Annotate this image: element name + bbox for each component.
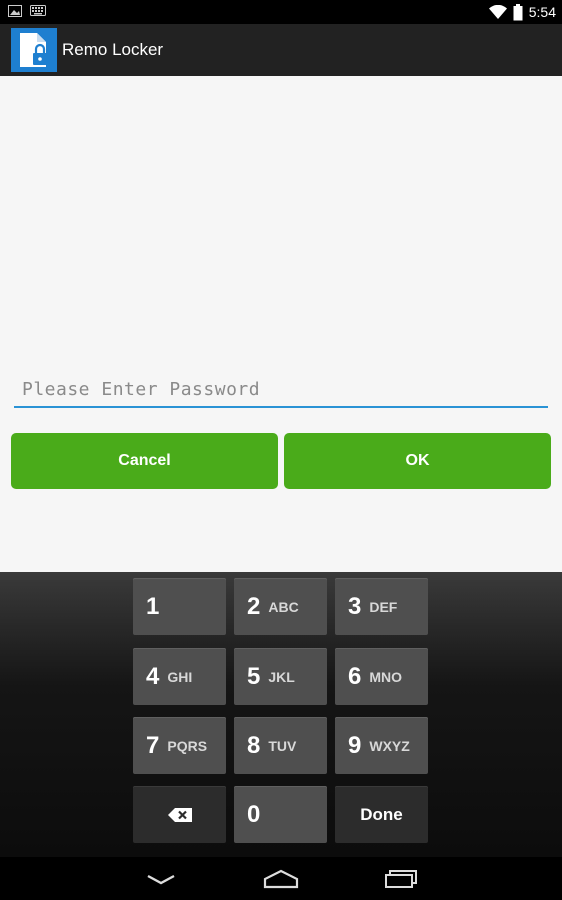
status-bar: 5:54 <box>0 0 562 24</box>
backspace-key[interactable] <box>133 786 226 843</box>
key-2[interactable]: 2 ABC <box>234 578 327 635</box>
key-digit: 1 <box>146 592 160 620</box>
key-digit: 2 <box>247 592 261 620</box>
back-icon <box>147 874 175 885</box>
lock-screen-content: Cancel OK <box>0 76 562 572</box>
key-digit: 5 <box>247 662 261 690</box>
password-input[interactable] <box>14 372 548 408</box>
key-8[interactable]: 8 TUV <box>234 717 327 774</box>
key-5[interactable]: 5 JKL <box>234 648 327 705</box>
key-4[interactable]: 4 GHI <box>133 648 226 705</box>
image-notification-icon <box>8 5 22 17</box>
cancel-button[interactable]: Cancel <box>11 433 278 489</box>
key-letters: MNO <box>369 668 403 685</box>
key-letters: ABC <box>268 598 299 615</box>
backspace-icon <box>167 807 192 822</box>
key-7[interactable]: 7 PQRS <box>133 717 226 774</box>
key-digit: 4 <box>146 662 160 690</box>
key-letters: GHI <box>167 668 193 685</box>
home-button[interactable] <box>251 865 311 893</box>
key-letters: WXYZ <box>369 737 410 754</box>
ok-button[interactable]: OK <box>284 433 551 489</box>
numeric-keypad: 1 2 ABC 3 DEF 4 GHI 5 JKL 6 MNO 7 PQRS 8… <box>0 572 562 857</box>
home-icon <box>263 869 299 889</box>
key-9[interactable]: 9 WXYZ <box>335 717 428 774</box>
key-1[interactable]: 1 <box>133 578 226 635</box>
key-digit: 8 <box>247 731 261 759</box>
key-letters: JKL <box>268 668 295 685</box>
done-key[interactable]: Done <box>335 786 428 843</box>
key-letters: TUV <box>268 737 297 754</box>
keyboard-notification-icon <box>30 5 46 16</box>
done-label: Done <box>360 804 403 824</box>
navigation-bar <box>0 857 562 900</box>
key-3[interactable]: 3 DEF <box>335 578 428 635</box>
app-title: Remo Locker <box>62 40 164 59</box>
recent-apps-icon <box>385 870 417 888</box>
status-time: 5:54 <box>528 4 556 20</box>
key-6[interactable]: 6 MNO <box>335 648 428 705</box>
key-digit: 6 <box>348 662 362 690</box>
battery-icon <box>513 3 523 20</box>
key-digit: 9 <box>348 731 362 759</box>
key-letters: DEF <box>369 598 398 615</box>
action-bar: Remo Locker <box>0 24 562 76</box>
key-digit: 7 <box>146 731 160 759</box>
recent-apps-button[interactable] <box>371 865 431 893</box>
back-button[interactable] <box>131 865 191 893</box>
lock-document-icon <box>11 28 57 72</box>
key-0[interactable]: 0 <box>234 786 327 843</box>
key-digit: 3 <box>348 592 362 620</box>
key-letters: PQRS <box>167 737 208 754</box>
key-digit: 0 <box>247 800 261 828</box>
wifi-icon <box>488 5 507 19</box>
